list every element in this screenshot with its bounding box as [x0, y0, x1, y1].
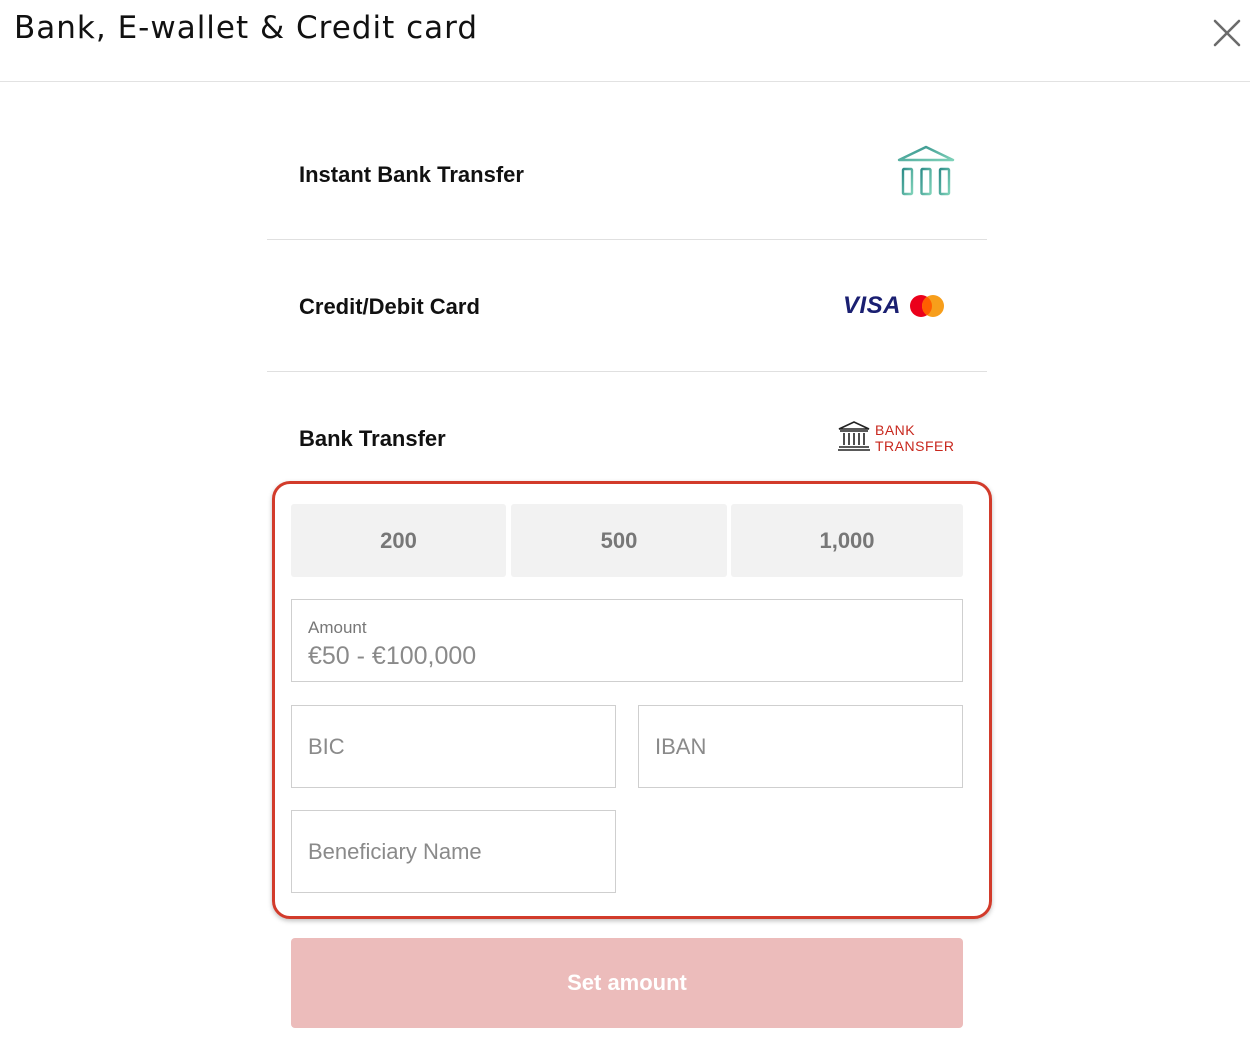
logo-text-bank: BANK [875, 422, 916, 438]
iban-input[interactable] [639, 706, 962, 787]
method-instant-bank-transfer[interactable]: Instant Bank Transfer [267, 108, 987, 240]
set-amount-button[interactable]: Set amount [291, 938, 963, 1028]
visa-logo: VISA [843, 292, 901, 320]
method-label: Credit/Debit Card [299, 294, 480, 319]
amount-input[interactable] [292, 600, 962, 681]
close-button[interactable] [1208, 14, 1246, 52]
preset-amount-1000[interactable]: 1,000 [731, 504, 963, 577]
bank-building-icon [895, 144, 957, 209]
preset-amount-200[interactable]: 200 [291, 504, 506, 577]
method-label: Bank Transfer [299, 426, 446, 451]
preset-amount-500[interactable]: 500 [511, 504, 727, 577]
logo-text-transfer: TRANSFER [875, 438, 955, 454]
bic-field[interactable] [291, 705, 616, 788]
method-bank-transfer[interactable]: Bank Transfer BANK TRANSFER [267, 372, 987, 472]
bank-transfer-logo-text: BANK TRANSFER [875, 422, 954, 454]
beneficiary-name-input[interactable] [292, 811, 615, 892]
method-credit-debit-card[interactable]: Credit/Debit Card VISA [267, 240, 987, 372]
bank-transfer-icon [837, 420, 871, 457]
beneficiary-name-field[interactable] [291, 810, 616, 893]
payment-modal: Bank, E-wallet & Credit card Instant Ban… [0, 0, 1250, 1048]
modal-header: Bank, E-wallet & Credit card [0, 0, 1250, 82]
bic-input[interactable] [292, 706, 615, 787]
iban-field[interactable] [638, 705, 963, 788]
method-label: Instant Bank Transfer [299, 162, 524, 187]
amount-field[interactable]: Amount [291, 599, 963, 682]
mastercard-icon [909, 293, 945, 324]
close-icon [1213, 19, 1241, 47]
visa-text: VISA [843, 292, 902, 319]
modal-title: Bank, E-wallet & Credit card [14, 10, 479, 46]
